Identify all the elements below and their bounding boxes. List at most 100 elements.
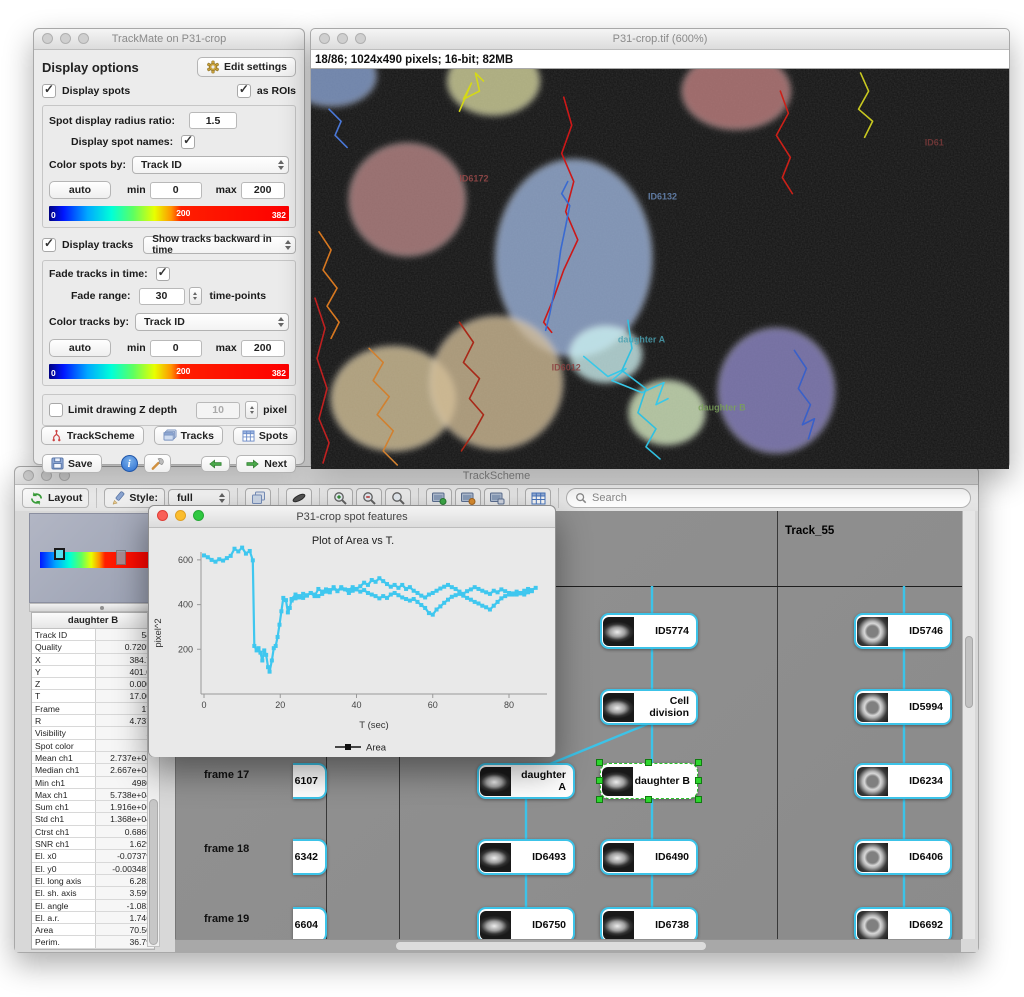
horizontal-scrollbar-thumb[interactable] [396,942,706,950]
image-canvas[interactable]: ID6172ID6132daughter Adaughter BID61ID60… [311,69,1009,469]
table-row: Perim. 36.79 [32,936,154,948]
data-point [423,595,427,599]
spot-node[interactable]: ID6493 [477,839,575,875]
table-row: R 4.737 [32,715,154,727]
min-field[interactable]: 0 [150,182,202,199]
zoom-button[interactable] [193,510,204,521]
data-point [461,594,465,598]
spot-node[interactable]: ID6490 [600,839,698,875]
selection-handle[interactable] [596,777,603,784]
spot-node[interactable]: ID6692 [854,907,952,939]
limit-z-field[interactable]: 10 [196,402,240,419]
color-spots-select[interactable]: Track ID [132,156,289,174]
x-tick-label: 80 [504,700,514,710]
close-button[interactable] [42,33,53,44]
spot-node[interactable]: ID6750 [477,907,575,939]
image-titlebar[interactable]: P31-crop.tif (600%) [311,29,1009,50]
auto-button[interactable]: auto [49,181,111,199]
previous-button[interactable] [201,456,230,472]
pane-splitter[interactable] [29,603,161,612]
x-tick-label: 40 [351,700,361,710]
track-colorbar: 0 200 382 [49,364,289,379]
zoom-button[interactable] [355,33,366,44]
limit-z-stepper[interactable] [245,401,258,419]
display-tracks-checkbox[interactable] [42,238,56,252]
save-button[interactable]: Save [42,454,102,473]
spot-names-checkbox[interactable] [181,135,195,149]
area-plot: Plot of Area vs T.200400600020406080T (s… [149,528,555,757]
selection-handle[interactable] [596,796,603,803]
spot-thumbnail [603,617,634,646]
minimize-button[interactable] [175,510,186,521]
track-column-header[interactable]: Track_55 [785,525,834,537]
feature-value: 1.368e+04 [96,813,154,824]
radius-ratio-field[interactable]: 1.5 [189,112,237,129]
zoom-button[interactable] [78,33,89,44]
selection-handle[interactable] [695,796,702,803]
spot-thumbnail [857,617,888,646]
spot-node[interactable]: ID5994 [854,689,952,725]
color-tracks-select[interactable]: Track ID [135,313,289,331]
trackmate-titlebar[interactable]: TrackMate on P31-crop [34,29,304,50]
as-rois-checkbox[interactable] [237,84,251,98]
feature-value: 0.7205 [96,641,154,652]
spots-button[interactable]: Spots [233,427,297,445]
vertical-scrollbar-thumb[interactable] [965,636,973,708]
selection-handle[interactable] [695,759,702,766]
max-field[interactable]: 200 [241,340,285,357]
next-button[interactable]: Next [236,455,296,473]
colorbar-marker[interactable] [54,548,65,560]
trackscheme-button[interactable]: TrackScheme [41,426,144,445]
feature-name: El. long axis [32,875,96,886]
spot-node[interactable]: ID5746 [854,613,952,649]
track-display-mode-select[interactable]: Show tracks backward in time [143,236,296,254]
minimize-button[interactable] [337,33,348,44]
selection-handle[interactable] [695,777,702,784]
fade-tracks-checkbox[interactable] [156,267,170,281]
spot-node[interactable]: ID6406 [854,839,952,875]
spot-node[interactable]: daughter A [477,763,575,799]
plot-titlebar[interactable]: P31-crop spot features [149,506,555,528]
tracks-button[interactable]: Tracks [154,426,223,445]
spot-node[interactable]: 6604 [293,907,327,939]
table-scrollbar-thumb[interactable] [149,799,158,945]
spot-node[interactable]: ID6738 [600,907,698,939]
spot-node[interactable]: ID5774 [600,613,698,649]
selection-handle[interactable] [596,759,603,766]
colorbar-handle[interactable] [116,550,126,565]
graph-horizontal-scrollbar[interactable] [175,939,961,952]
graph-vertical-scrollbar[interactable] [962,511,975,939]
max-field[interactable]: 200 [241,182,285,199]
search-input[interactable]: Search [566,488,971,508]
display-spots-checkbox[interactable] [42,84,56,98]
data-point [477,601,481,605]
spot-node[interactable]: 6107 [293,763,327,799]
spot-node[interactable]: 6342 [293,839,327,875]
fade-range-stepper[interactable] [189,287,202,305]
spot-display-group: Spot display radius ratio: 1.5 Display s… [42,105,296,228]
search-placeholder: Search [592,492,627,504]
data-point [339,585,343,589]
limit-z-checkbox[interactable] [49,403,63,417]
trackmate-window: TrackMate on P31-crop Display options Ed… [33,28,305,465]
data-point [217,557,221,561]
info-button[interactable]: i [121,455,138,472]
auto-button[interactable]: auto [49,339,111,357]
spot-node[interactable]: daughter B [600,763,698,799]
close-button[interactable] [23,470,34,481]
legend-marker [345,744,351,750]
tools-button[interactable] [144,454,171,473]
data-point [473,585,477,589]
layout-button[interactable]: Layout [22,488,89,508]
selection-handle[interactable] [645,759,652,766]
spot-node[interactable]: ID6234 [854,763,952,799]
edit-settings-button[interactable]: Edit settings [197,57,296,77]
close-button[interactable] [319,33,330,44]
min-field[interactable]: 0 [150,340,202,357]
fade-range-field[interactable]: 30 [139,288,185,305]
minimize-button[interactable] [60,33,71,44]
spot-name-label: daughter A [618,334,666,344]
close-button[interactable] [157,510,168,521]
spot-node[interactable]: Cell division [600,689,698,725]
selection-handle[interactable] [645,796,652,803]
